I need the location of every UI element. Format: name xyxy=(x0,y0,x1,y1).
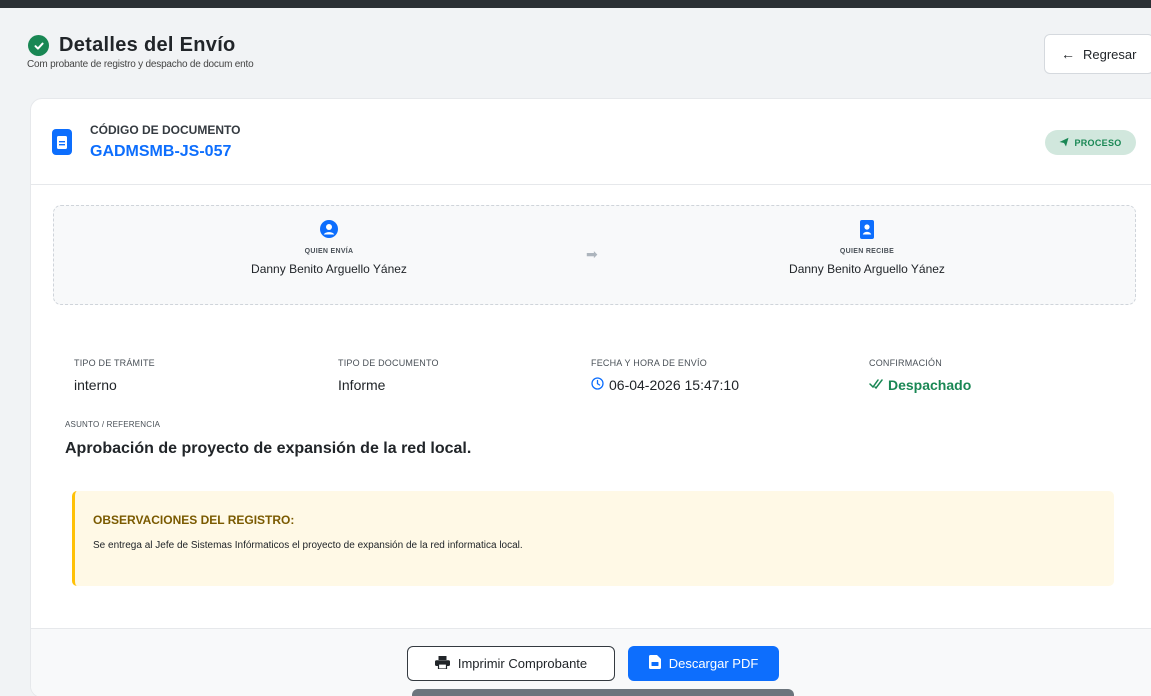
info-tramite: TIPO DE TRÁMITE interno xyxy=(74,358,155,393)
page-header: Detalles del Envío Com probante de regis… xyxy=(27,34,254,70)
pdf-button-label: Descargar PDF xyxy=(668,656,759,671)
confirm-row: Despachado xyxy=(869,377,971,393)
arrow-left-icon: ← xyxy=(1061,46,1075,62)
tramite-label: TIPO DE TRÁMITE xyxy=(74,358,155,368)
sender-label: QUIEN ENVÍA xyxy=(304,248,354,255)
card-footer: Imprimir Comprobante Descargar PDF xyxy=(31,628,1151,696)
observations-box: OBSERVACIONES DEL REGISTRO: Se entrega a… xyxy=(72,491,1114,586)
doc-type-label: TIPO DE DOCUMENTO xyxy=(338,358,439,368)
document-code-label: CÓDIGO DE DOCUMENTO xyxy=(90,123,241,137)
receiver-label: QUIEN RECIBE xyxy=(839,248,895,255)
fecha-row: 06-04-2026 15:47:10 xyxy=(591,377,739,393)
id-badge-icon xyxy=(717,220,1017,242)
subject-text: Aprobación de proyecto de expansión de l… xyxy=(65,440,472,457)
document-icon xyxy=(52,129,72,155)
doc-type-value: Informe xyxy=(338,377,386,393)
status-label: PROCESO xyxy=(1074,137,1122,148)
info-fecha: FECHA Y HORA DE ENVÍO 06-04-2026 15:47:1… xyxy=(591,358,739,393)
file-pdf-icon xyxy=(648,655,661,672)
download-pdf-button[interactable]: Descargar PDF xyxy=(628,646,779,681)
observations-title: OBSERVACIONES DEL REGISTRO: xyxy=(93,513,295,527)
parties-panel: QUIEN ENVÍA Danny Benito Arguello Yánez … xyxy=(53,205,1136,305)
sender-name: Danny Benito Arguello Yánez xyxy=(251,262,407,276)
printer-icon xyxy=(434,655,450,672)
info-confirmation: CONFIRMACIÓN Despachado xyxy=(869,358,971,393)
fecha-value: 06-04-2026 15:47:10 xyxy=(609,377,739,393)
arrow-right-icon: ➡ xyxy=(586,246,598,262)
send-icon xyxy=(1059,137,1069,149)
clock-icon xyxy=(591,377,604,393)
back-button-label: Regresar xyxy=(1083,46,1137,62)
top-bar xyxy=(0,0,1151,8)
status-badge: PROCESO xyxy=(1045,130,1136,155)
info-doc-type: TIPO DE DOCUMENTO Informe xyxy=(338,358,439,393)
receiver-name: Danny Benito Arguello Yánez xyxy=(789,262,945,276)
tooltip-bar xyxy=(412,689,794,696)
user-circle-icon xyxy=(179,220,479,242)
card-header: CÓDIGO DE DOCUMENTO GADMSMB-JS-057 PROCE… xyxy=(31,99,1151,185)
subject-label: ASUNTO / REFERENCIA xyxy=(65,420,161,429)
print-button-label: Imprimir Comprobante xyxy=(457,656,588,671)
fecha-label: FECHA Y HORA DE ENVÍO xyxy=(591,358,707,368)
back-button[interactable]: ← Regresar xyxy=(1044,34,1151,74)
check-double-icon xyxy=(869,377,883,393)
shipment-card: CÓDIGO DE DOCUMENTO GADMSMB-JS-057 PROCE… xyxy=(30,98,1151,696)
receiver-block: QUIEN RECIBE Danny Benito Arguello Yánez xyxy=(717,220,1017,276)
observations-text: Se entrega al Jefe de Sistemas Infórmati… xyxy=(93,540,523,551)
tramite-value: interno xyxy=(74,377,117,393)
confirm-value: Despachado xyxy=(888,377,972,393)
page-title: Detalles del Envío xyxy=(59,34,236,56)
confirm-label: CONFIRMACIÓN xyxy=(869,358,942,368)
document-code: GADMSMB-JS-057 xyxy=(90,143,232,160)
sender-block: QUIEN ENVÍA Danny Benito Arguello Yánez xyxy=(179,220,479,276)
print-receipt-button[interactable]: Imprimir Comprobante xyxy=(407,646,615,681)
check-circle-icon xyxy=(28,35,49,56)
page-subtitle: Com probante de registro y despacho de d… xyxy=(27,59,254,70)
